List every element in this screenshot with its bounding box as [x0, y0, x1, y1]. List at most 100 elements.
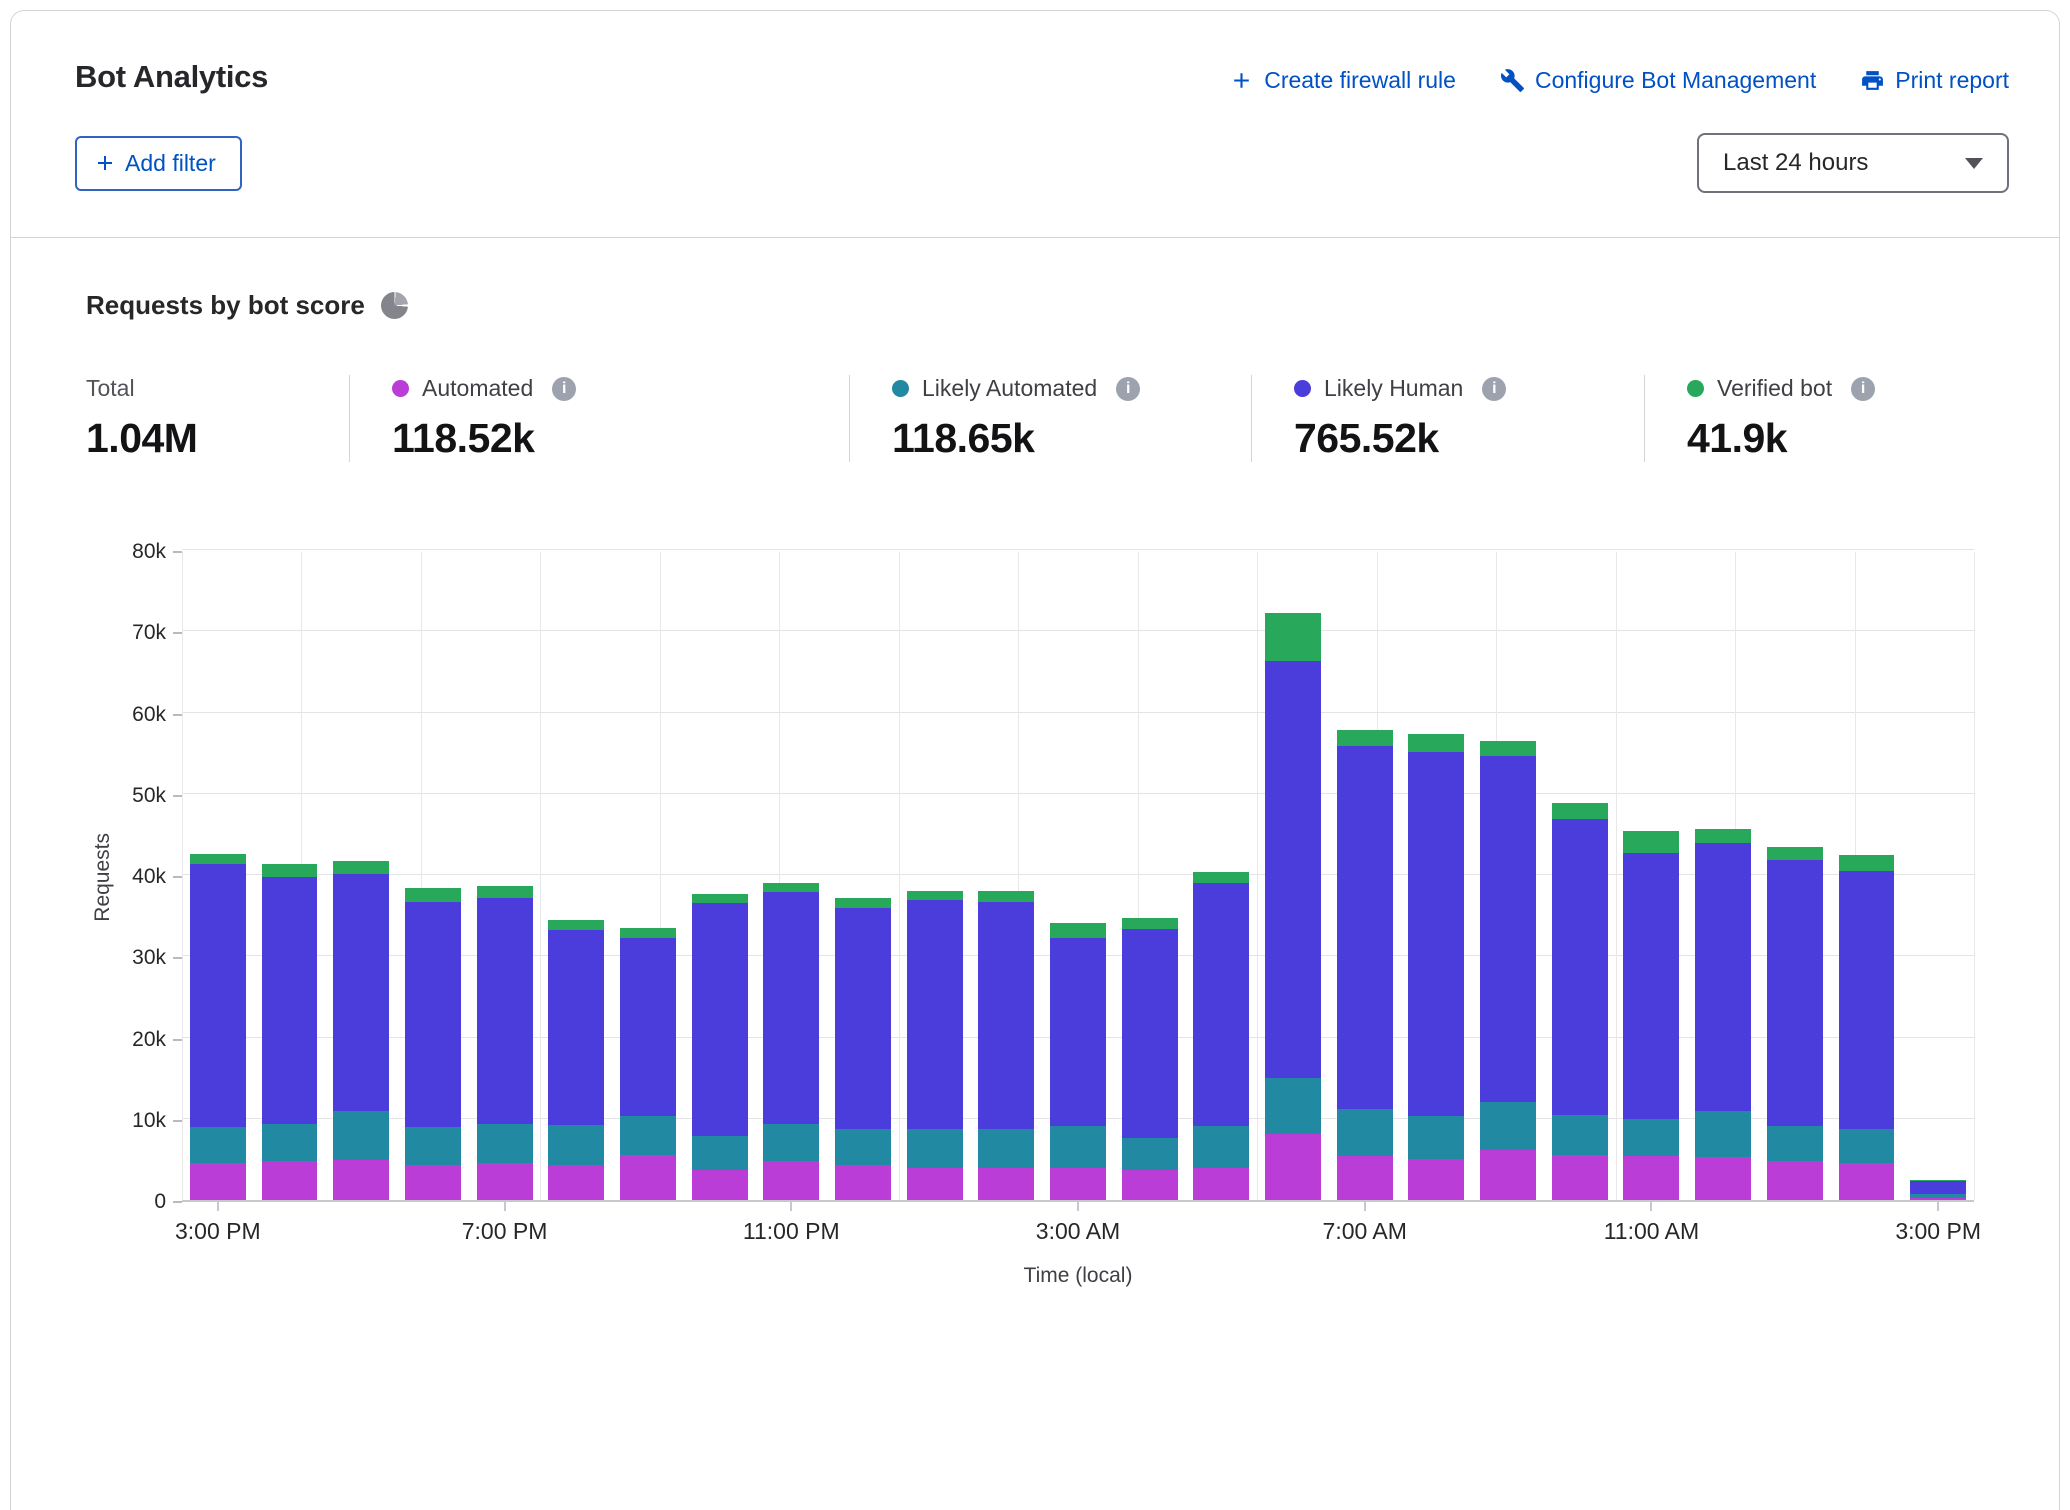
time-range-select[interactable]: Last 24 hours: [1697, 133, 2009, 193]
bar-segment-likely-human[interactable]: [1695, 843, 1751, 1112]
bar-9-00-am[interactable]: [1480, 741, 1536, 1200]
bar-segment-likely-human[interactable]: [1480, 756, 1536, 1101]
bar-segment-verified-bot[interactable]: [190, 854, 246, 865]
bar-segment-verified-bot[interactable]: [1122, 918, 1178, 929]
bar-3-00-pm[interactable]: [1910, 1180, 1966, 1200]
info-icon[interactable]: i: [1851, 377, 1875, 401]
info-icon[interactable]: i: [1116, 377, 1140, 401]
bar-4-00-am[interactable]: [1122, 918, 1178, 1200]
bar-6-00-pm[interactable]: [405, 888, 461, 1200]
bar-segment-likely-human[interactable]: [1839, 871, 1895, 1129]
bar-segment-automated[interactable]: [763, 1161, 819, 1200]
bar-segment-likely-automated[interactable]: [692, 1136, 748, 1170]
bar-segment-likely-automated[interactable]: [907, 1129, 963, 1168]
bar-segment-likely-automated[interactable]: [1265, 1078, 1321, 1134]
bar-10-00-am[interactable]: [1552, 803, 1608, 1200]
bar-2-00-pm[interactable]: [1839, 855, 1895, 1200]
bar-segment-likely-automated[interactable]: [333, 1111, 389, 1160]
bar-5-00-am[interactable]: [1193, 872, 1249, 1200]
info-icon[interactable]: i: [1482, 377, 1506, 401]
bar-10-00-pm[interactable]: [692, 894, 748, 1200]
bar-segment-automated[interactable]: [978, 1168, 1034, 1201]
bar-segment-likely-automated[interactable]: [405, 1127, 461, 1165]
bar-segment-verified-bot[interactable]: [1408, 734, 1464, 751]
bar-segment-likely-human[interactable]: [190, 864, 246, 1126]
bar-segment-likely-automated[interactable]: [1552, 1115, 1608, 1155]
bar-segment-automated[interactable]: [1050, 1168, 1106, 1200]
bar-segment-verified-bot[interactable]: [1695, 829, 1751, 843]
bar-segment-likely-automated[interactable]: [1408, 1116, 1464, 1159]
bar-segment-verified-bot[interactable]: [1767, 847, 1823, 860]
bar-segment-likely-automated[interactable]: [190, 1127, 246, 1163]
bar-segment-automated[interactable]: [1193, 1168, 1249, 1200]
bar-1-00-pm[interactable]: [1767, 847, 1823, 1200]
bar-segment-likely-automated[interactable]: [477, 1124, 533, 1163]
bar-segment-likely-automated[interactable]: [1337, 1109, 1393, 1156]
bar-segment-automated[interactable]: [477, 1163, 533, 1200]
bar-segment-likely-human[interactable]: [1050, 938, 1106, 1127]
bar-segment-likely-human[interactable]: [1623, 853, 1679, 1119]
bar-segment-automated[interactable]: [1480, 1150, 1536, 1200]
bar-segment-verified-bot[interactable]: [763, 883, 819, 892]
bar-segment-automated[interactable]: [1408, 1159, 1464, 1200]
bar-segment-likely-automated[interactable]: [1193, 1126, 1249, 1168]
bar-segment-verified-bot[interactable]: [333, 861, 389, 874]
bar-segment-likely-automated[interactable]: [1623, 1119, 1679, 1156]
bar-11-00-am[interactable]: [1623, 831, 1679, 1200]
bar-3-00-pm[interactable]: [190, 854, 246, 1200]
bar-segment-automated[interactable]: [548, 1165, 604, 1200]
bar-segment-automated[interactable]: [333, 1160, 389, 1200]
bar-segment-verified-bot[interactable]: [477, 886, 533, 898]
bar-segment-likely-human[interactable]: [907, 900, 963, 1129]
bar-segment-likely-human[interactable]: [1122, 929, 1178, 1138]
bar-12-00-pm[interactable]: [1695, 829, 1751, 1200]
bar-9-00-pm[interactable]: [620, 928, 676, 1200]
bar-segment-likely-human[interactable]: [835, 908, 891, 1130]
bar-4-00-pm[interactable]: [262, 864, 318, 1200]
bar-segment-likely-human[interactable]: [477, 898, 533, 1124]
bar-segment-likely-automated[interactable]: [1480, 1102, 1536, 1151]
bar-segment-automated[interactable]: [1623, 1156, 1679, 1200]
bar-segment-verified-bot[interactable]: [1193, 872, 1249, 883]
bar-segment-likely-human[interactable]: [1767, 860, 1823, 1127]
bar-segment-automated[interactable]: [907, 1168, 963, 1200]
bar-segment-likely-automated[interactable]: [620, 1116, 676, 1156]
configure-bot-management-link[interactable]: Configure Bot Management: [1500, 67, 1816, 94]
bar-segment-automated[interactable]: [1265, 1134, 1321, 1200]
bar-segment-automated[interactable]: [262, 1161, 318, 1200]
bar-segment-automated[interactable]: [692, 1170, 748, 1200]
bar-7-00-am[interactable]: [1337, 730, 1393, 1200]
bar-segment-verified-bot[interactable]: [1337, 730, 1393, 745]
bar-segment-likely-automated[interactable]: [548, 1125, 604, 1165]
bar-segment-likely-automated[interactable]: [1695, 1111, 1751, 1157]
bar-segment-verified-bot[interactable]: [1839, 855, 1895, 871]
bar-segment-verified-bot[interactable]: [405, 888, 461, 902]
bar-segment-automated[interactable]: [1767, 1161, 1823, 1200]
bar-segment-verified-bot[interactable]: [262, 864, 318, 876]
bar-segment-likely-human[interactable]: [1910, 1181, 1966, 1194]
bar-segment-verified-bot[interactable]: [907, 891, 963, 900]
bar-segment-verified-bot[interactable]: [1050, 923, 1106, 938]
bar-segment-automated[interactable]: [1337, 1156, 1393, 1200]
bar-segment-likely-human[interactable]: [1408, 752, 1464, 1117]
bar-segment-likely-automated[interactable]: [1767, 1126, 1823, 1161]
bar-segment-likely-human[interactable]: [620, 938, 676, 1116]
bar-segment-likely-human[interactable]: [1265, 661, 1321, 1078]
bar-segment-likely-automated[interactable]: [1839, 1129, 1895, 1164]
add-filter-button[interactable]: Add filter: [75, 136, 242, 191]
bar-segment-likely-human[interactable]: [262, 877, 318, 1125]
bar-segment-verified-bot[interactable]: [1552, 803, 1608, 819]
bar-segment-likely-automated[interactable]: [978, 1129, 1034, 1167]
bar-6-00-am[interactable]: [1265, 613, 1321, 1200]
bar-segment-likely-automated[interactable]: [763, 1124, 819, 1161]
bar-segment-automated[interactable]: [835, 1165, 891, 1200]
bar-segment-verified-bot[interactable]: [548, 920, 604, 931]
print-report-link[interactable]: Print report: [1860, 67, 2009, 94]
bar-segment-likely-automated[interactable]: [1122, 1138, 1178, 1170]
bar-segment-automated[interactable]: [620, 1155, 676, 1200]
bar-segment-verified-bot[interactable]: [978, 891, 1034, 902]
bar-segment-likely-human[interactable]: [333, 874, 389, 1110]
bar-1-00-am[interactable]: [907, 891, 963, 1200]
bar-5-00-pm[interactable]: [333, 861, 389, 1200]
bar-segment-verified-bot[interactable]: [692, 894, 748, 904]
